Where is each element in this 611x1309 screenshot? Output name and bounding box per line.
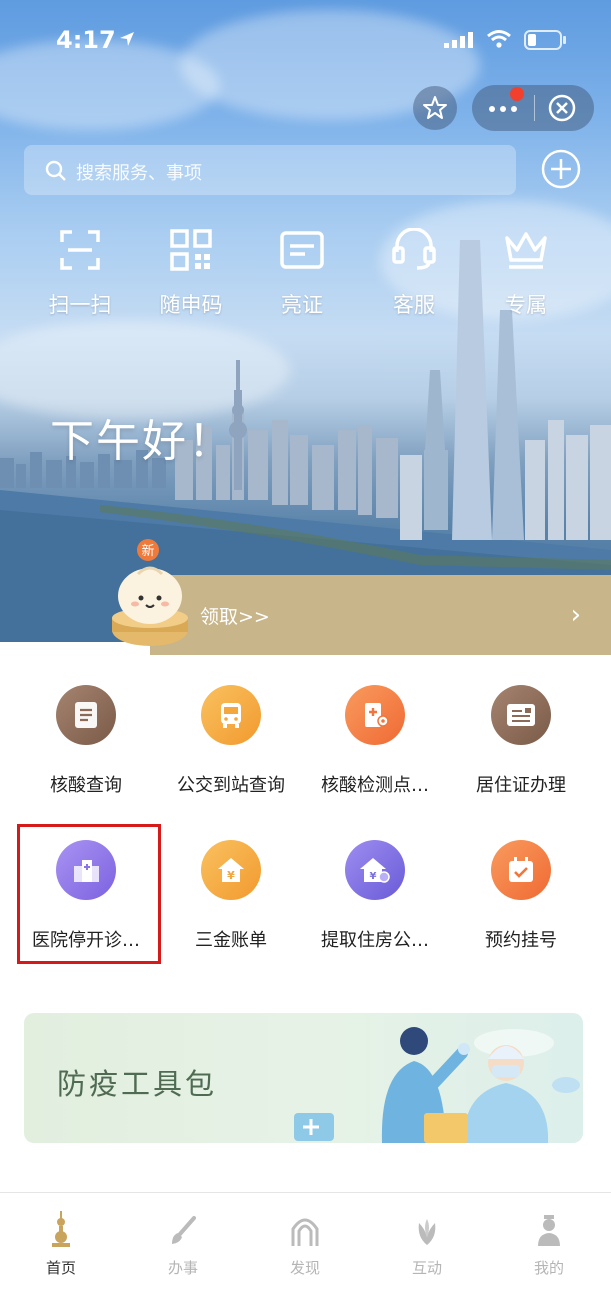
capsule-divider	[534, 95, 535, 121]
tab-services[interactable]: 办事	[122, 1193, 244, 1278]
brush-icon	[172, 1216, 196, 1244]
bottom-tab-bar: 首页 办事 发现 互动 我的	[0, 1192, 611, 1309]
tab-discover[interactable]: 发现	[244, 1193, 366, 1278]
quick-action-label: 专属	[505, 293, 547, 317]
service-residence-permit[interactable]: 居住证办理	[446, 685, 596, 797]
headset-icon	[392, 228, 436, 270]
signal-icon	[444, 32, 473, 48]
search-placeholder: 搜索服务、事项	[76, 163, 202, 184]
service-label: 公交到站查询	[177, 775, 285, 796]
quick-action-label: 客服	[393, 293, 435, 317]
bun-mascot-image: 新	[112, 539, 188, 646]
yuan-bill-icon: ¥	[218, 858, 244, 882]
svg-text:¥: ¥	[227, 869, 235, 882]
arch-icon	[291, 1218, 319, 1246]
quick-action-health-code[interactable]: 随申码	[141, 227, 241, 319]
new-badge: 新	[141, 543, 154, 559]
service-housing-fund-withdrawal[interactable]: ¥ 提取住房公…	[300, 840, 450, 952]
home-tower-icon	[52, 1211, 70, 1247]
hero-header: 4:17 搜索服务、事项 扫一扫 随申码 亮证 客服 专属 下午好！	[0, 0, 611, 642]
service-icon-circle	[491, 840, 551, 900]
wifi-icon	[487, 30, 511, 48]
greeting-text: 下午好！	[50, 416, 234, 467]
tab-interact[interactable]: 互动	[366, 1193, 488, 1278]
service-testing-sites[interactable]: 核酸检测点…	[300, 685, 450, 797]
quick-action-customer-service[interactable]: 客服	[364, 227, 464, 319]
promo-banner-text: 领取>>	[200, 606, 270, 628]
crown-icon	[505, 232, 547, 269]
notification-dot	[510, 87, 524, 101]
calendar-check-icon	[509, 857, 533, 882]
battery-icon	[524, 30, 566, 50]
epidemic-toolkit-banner[interactable]: 防疫工具包	[24, 1013, 583, 1143]
service-label: 提取住房公…	[321, 930, 429, 951]
service-label: 预约挂号	[485, 930, 557, 951]
quick-action-scan[interactable]: 扫一扫	[30, 227, 130, 319]
tab-label: 首页	[45, 1259, 76, 1277]
id-card-icon	[280, 231, 324, 269]
service-nucleic-acid-query[interactable]: 核酸查询	[11, 685, 161, 797]
search-icon	[45, 160, 66, 181]
service-three-funds-bill[interactable]: ¥ 三金账单	[156, 840, 306, 952]
tab-label: 互动	[411, 1259, 442, 1277]
bus-icon	[221, 703, 241, 728]
service-bus-arrival[interactable]: 公交到站查询	[156, 685, 306, 797]
quick-action-label: 亮证	[281, 293, 323, 317]
medical-staff-illustration	[294, 1027, 580, 1143]
quick-action-label: 随申码	[159, 293, 223, 317]
highlight-box	[17, 824, 161, 964]
service-label: 核酸检测点…	[321, 775, 429, 796]
service-icon-circle	[491, 685, 551, 745]
mini-program-capsule	[472, 85, 594, 131]
tab-home[interactable]: 首页	[0, 1193, 122, 1278]
id-card-icon	[507, 704, 535, 726]
add-icon[interactable]	[540, 148, 582, 190]
service-icon-circle	[345, 685, 405, 745]
status-bar: 4:17	[0, 26, 611, 56]
svg-text:¥: ¥	[370, 871, 377, 882]
favorite-button[interactable]	[413, 86, 457, 130]
service-label: 核酸查询	[50, 775, 122, 796]
service-icon-circle: ¥	[345, 840, 405, 900]
status-time: 4:17	[56, 26, 116, 54]
search-bar[interactable]: 搜索服务、事项	[24, 145, 516, 195]
quick-action-label: 扫一扫	[48, 293, 112, 317]
service-label: 三金账单	[195, 930, 267, 951]
scan-icon	[60, 230, 100, 270]
tab-label: 办事	[167, 1259, 198, 1277]
close-icon[interactable]	[548, 94, 576, 122]
service-icon-circle	[201, 685, 261, 745]
service-appointment-booking[interactable]: 预约挂号	[446, 840, 596, 952]
service-icon-circle	[56, 685, 116, 745]
person-icon	[538, 1215, 560, 1246]
service-label: 居住证办理	[476, 775, 566, 796]
quick-action-exclusive[interactable]: 专属	[476, 227, 576, 319]
tab-mine[interactable]: 我的	[488, 1193, 610, 1278]
tab-label: 发现	[289, 1259, 320, 1277]
chevron-right-icon: ›	[570, 600, 581, 630]
document-list-icon	[75, 702, 97, 728]
promo-banner[interactable]: 领取>> ›	[150, 575, 611, 655]
toolkit-title: 防疫工具包	[57, 1067, 218, 1101]
magnolia-icon	[418, 1219, 436, 1245]
location-arrow-icon	[120, 32, 134, 46]
service-icon-circle: ¥	[201, 840, 261, 900]
quick-action-show-id[interactable]: 亮证	[252, 227, 352, 319]
house-fund-icon: ¥	[360, 858, 390, 883]
tab-label: 我的	[533, 1259, 564, 1277]
clinic-location-icon	[365, 703, 389, 727]
qr-code-icon	[170, 229, 212, 271]
star-icon	[423, 96, 447, 119]
